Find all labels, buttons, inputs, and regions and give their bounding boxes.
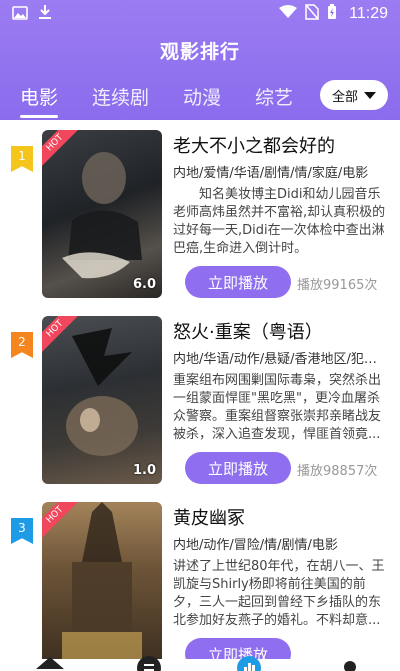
play-count: 播放99165次 [297, 278, 378, 293]
bottom-nav [0, 656, 400, 671]
poster-art [62, 152, 142, 279]
poster-art [66, 328, 138, 456]
poster-image[interactable]: HOT [42, 502, 162, 660]
movie-description: 知名美妆博主Didi和幼儿园音乐老师高炜虽然并不富裕,却认真积极的过好每一天,D… [173, 187, 386, 256]
score: 6.0 [132, 277, 156, 292]
filter-dropdown[interactable]: 全部 [320, 80, 388, 110]
download-icon [38, 4, 52, 24]
list-item[interactable]: 3 HOT 黄皮幽冢 内地/动作/冒险/情/剧情/电影 讲述了上世纪80年代，在… [0, 492, 400, 660]
tab-series[interactable]: 连续剧 [92, 72, 149, 120]
poster-image[interactable]: HOT 1.0 [42, 316, 162, 484]
rank-badge: 1 [11, 146, 33, 172]
battery-icon [327, 4, 337, 24]
play-count: 播放98857次 [297, 464, 378, 479]
status-bar: 11:29 [0, 0, 400, 28]
caret-down-icon [364, 91, 376, 99]
header: 11:29 观影排行 电影 连续剧 动漫 综艺 全部 [0, 0, 400, 120]
movie-description: 重案组布网围剿国际毒枭，突然杀出一组蒙面悍匪"黑吃黑"，更冷血屠杀众警察。重案组… [173, 373, 382, 442]
tab-movie[interactable]: 电影 [20, 72, 59, 120]
rank-badge: 2 [11, 332, 33, 358]
score: 1.0 [132, 463, 156, 478]
play-button[interactable]: 立即播放 [185, 266, 291, 298]
filter-label: 全部 [331, 89, 358, 105]
tab-variety[interactable]: 综艺 [255, 72, 293, 120]
gallery-icon [12, 5, 28, 24]
movie-title[interactable]: 黄皮幽冢 [173, 504, 245, 530]
page-title: 观影排行 [159, 40, 240, 63]
ranking-list: 1 HOT 6.0 老大不小之都会好的 内地/爱情/华语/剧情/情/家庭/电影 … [0, 120, 400, 660]
profile-icon[interactable] [342, 659, 358, 671]
tab-anime[interactable]: 动漫 [183, 72, 221, 120]
movie-tags: 内地/动作/冒险/情/剧情/电影 [173, 538, 338, 553]
list-icon[interactable] [136, 655, 162, 671]
poster-art [62, 502, 142, 660]
no-sim-icon [305, 4, 319, 24]
list-item[interactable]: 1 HOT 6.0 老大不小之都会好的 内地/爱情/华语/剧情/情/家庭/电影 … [0, 120, 400, 306]
movie-title[interactable]: 怒火·重案（粤语） [173, 318, 323, 344]
rank-badge: 3 [11, 518, 33, 544]
category-tabs: 电影 连续剧 动漫 综艺 全部 [0, 72, 400, 120]
list-item[interactable]: 2 HOT 1.0 怒火·重案（粤语） 内地/华语/动作/悬疑/香港地区/犯罪.… [0, 306, 400, 492]
clock: 11:29 [349, 5, 388, 22]
movie-title[interactable]: 老大不小之都会好的 [173, 132, 335, 158]
movie-tags: 内地/华语/动作/悬疑/香港地区/犯罪... [173, 352, 388, 367]
play-button[interactable]: 立即播放 [185, 452, 291, 484]
home-icon[interactable] [36, 657, 64, 671]
movie-description: 讲述了上世纪80年代，在胡八一、王凯旋与Shirly杨即将前往美国的前夕，三人一… [173, 559, 385, 628]
poster-image[interactable]: HOT 6.0 [42, 130, 162, 298]
wifi-icon [279, 5, 298, 23]
movie-tags: 内地/爱情/华语/剧情/情/家庭/电影 [173, 166, 369, 181]
ranking-icon[interactable] [236, 655, 262, 671]
